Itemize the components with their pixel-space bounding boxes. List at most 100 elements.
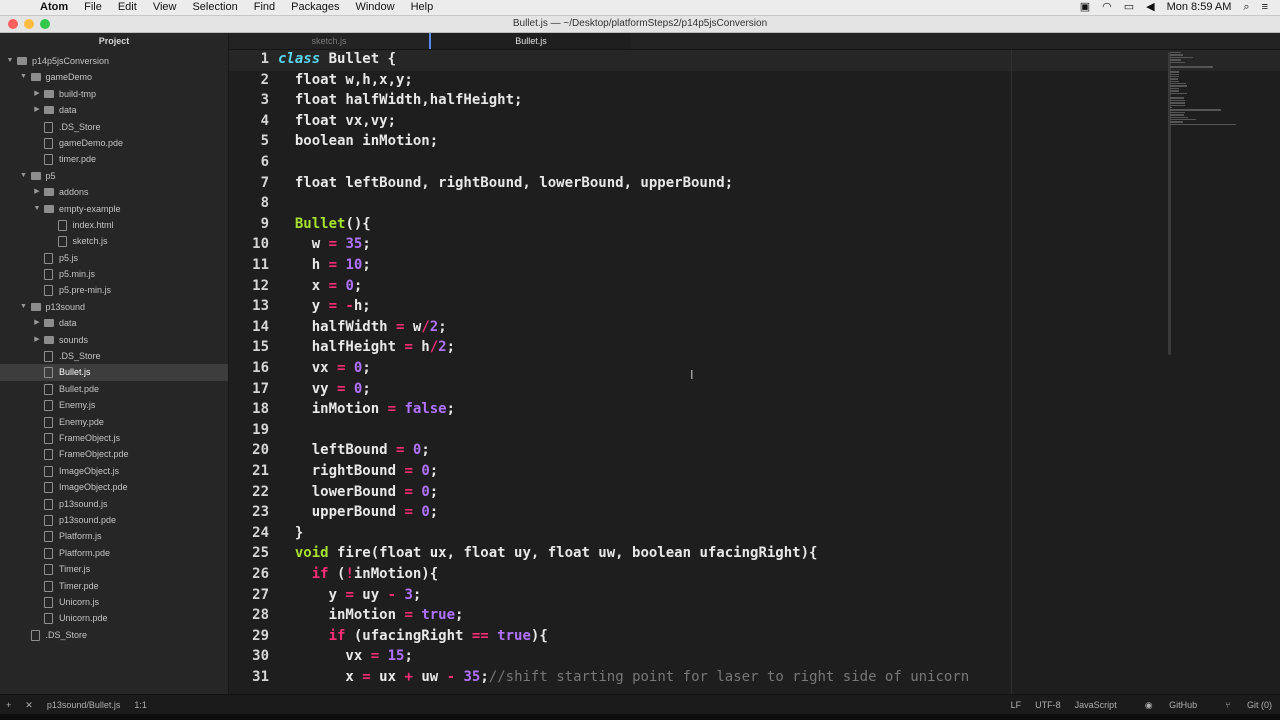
tree-file[interactable]: FrameObject.pde xyxy=(0,446,228,462)
status-line-ending[interactable]: LF xyxy=(1011,695,1022,715)
menu-packages[interactable]: Packages xyxy=(291,0,339,15)
minimap-line xyxy=(1170,104,1186,106)
tree-folder[interactable]: ▶ data xyxy=(0,102,228,118)
menu-help[interactable]: Help xyxy=(411,0,434,15)
line-number: 21 xyxy=(252,463,269,479)
tab-bullet-js[interactable]: Bullet.js xyxy=(429,33,631,49)
status-github[interactable]: ◉ GitHub xyxy=(1131,695,1197,715)
tree-file[interactable]: Timer.js xyxy=(0,561,228,577)
menu-app-atom[interactable]: Atom xyxy=(40,0,68,15)
menu-window[interactable]: Window xyxy=(355,0,394,15)
code-token: 0 xyxy=(421,483,430,500)
minimap-line xyxy=(1170,66,1214,68)
volume-icon[interactable]: ◀ xyxy=(1146,0,1154,15)
tree-file[interactable]: p5.min.js xyxy=(0,266,228,282)
minimap[interactable] xyxy=(1170,52,1240,192)
tree-folder[interactable]: ▶ data xyxy=(0,315,228,331)
chevron-right-icon[interactable]: ▶ xyxy=(33,102,41,118)
code-line: class Bullet { xyxy=(278,51,396,67)
tree-file[interactable]: p5.pre-min.js xyxy=(0,282,228,298)
chevron-right-icon[interactable]: ▶ xyxy=(33,184,41,200)
menu-list: Atom File Edit View Selection Find Packa… xyxy=(40,0,449,15)
tree-folder[interactable]: ▶ sounds xyxy=(0,332,228,348)
camera-icon[interactable]: ▣ xyxy=(1080,0,1090,15)
tree-file[interactable]: p13sound.pde xyxy=(0,512,228,528)
status-grammar[interactable]: JavaScript xyxy=(1075,695,1117,715)
tree-folder[interactable]: ▼ p13sound xyxy=(0,299,228,315)
tree-file[interactable]: .DS_Store xyxy=(0,348,228,364)
code-line: vy = 0; xyxy=(278,381,371,397)
tree-file[interactable]: Platform.pde xyxy=(0,545,228,561)
tree-folder[interactable]: ▼ gameDemo xyxy=(0,69,228,85)
tab-label: Bullet.js xyxy=(515,36,547,46)
chevron-right-icon[interactable]: ▶ xyxy=(33,86,41,102)
tree-file[interactable]: gameDemo.pde xyxy=(0,135,228,151)
line-number: 1 xyxy=(260,51,269,67)
tree-file[interactable]: Unicorn.pde xyxy=(0,610,228,626)
chevron-down-icon[interactable]: ▼ xyxy=(20,299,28,315)
tree-file[interactable]: sketch.js xyxy=(0,233,228,249)
folder-icon xyxy=(44,335,54,344)
tree-file[interactable]: p5.js xyxy=(0,250,228,266)
menu-file[interactable]: File xyxy=(84,0,102,15)
tree-file[interactable]: Timer.pde xyxy=(0,578,228,594)
project-panel-title[interactable]: Project xyxy=(0,33,228,49)
window-title: Bullet.js — ~/Desktop/platformSteps2/p14… xyxy=(512,18,768,29)
code-token: void xyxy=(294,545,329,562)
tree-folder[interactable]: ▼ p5 xyxy=(0,168,228,184)
code-token: w xyxy=(404,318,422,335)
tree-folder[interactable]: ▶ build-tmp xyxy=(0,86,228,102)
tree-file[interactable]: .DS_Store xyxy=(0,627,228,643)
tree-folder[interactable]: ▶ addons xyxy=(0,184,228,200)
status-cursor-position[interactable]: 1:1 xyxy=(134,695,147,715)
chevron-right-icon[interactable]: ▶ xyxy=(33,332,41,348)
airplay-icon[interactable]: ▭ xyxy=(1124,0,1134,15)
tree-file[interactable]: .DS_Store xyxy=(0,119,228,135)
tree-file[interactable]: Bullet.js xyxy=(0,364,228,381)
line-number: 22 xyxy=(252,483,269,500)
tree-file[interactable]: Enemy.pde xyxy=(0,414,228,430)
macos-menu-bar: Atom File Edit View Selection Find Packa… xyxy=(0,0,1280,16)
search-icon[interactable]: ⌕ xyxy=(1243,0,1249,15)
tree-file[interactable]: Bullet.pde xyxy=(0,381,228,397)
chevron-down-icon[interactable]: ▼ xyxy=(20,69,28,85)
tab-sketch-js[interactable]: sketch.js xyxy=(229,33,429,49)
chevron-down-icon[interactable]: ▼ xyxy=(6,53,14,69)
chevron-down-icon[interactable]: ▼ xyxy=(33,201,41,217)
code-token: = xyxy=(328,257,338,273)
tree-file[interactable]: Enemy.js xyxy=(0,397,228,413)
menu-view[interactable]: View xyxy=(153,0,177,15)
tree-file[interactable]: timer.pde xyxy=(0,151,228,167)
tree-folder[interactable]: ▼ p14p5jsConversion xyxy=(0,53,228,69)
menu-find[interactable]: Find xyxy=(254,0,275,15)
chevron-down-icon[interactable]: ▼ xyxy=(20,168,28,184)
code-editor[interactable]: 1 2 3 4 5 6 7 8 9 10 11 12 13 14 15 16 17 18 19 20 21 22 23 24 2… xyxy=(229,50,1280,694)
status-git[interactable]: ⑂ Git (0) xyxy=(1211,695,1272,715)
close-icon[interactable]: ✕ xyxy=(25,695,33,715)
wifi-icon[interactable]: ◠ xyxy=(1102,0,1112,15)
line-number-gutter[interactable]: 1 2 3 4 5 6 7 8 9 10 11 12 13 14 15 16 17 18 19 20 21 22 23 24 2… xyxy=(229,50,275,694)
tree-item-label: Unicorn.pde xyxy=(59,613,108,624)
tree-file[interactable]: index.html xyxy=(0,217,228,233)
tree-file[interactable]: Unicorn.js xyxy=(0,594,228,610)
code-token: = xyxy=(404,504,413,521)
chevron-right-icon[interactable]: ▶ xyxy=(33,315,41,331)
menu-edit[interactable]: Edit xyxy=(118,0,137,15)
notification-center-icon[interactable]: ≡ xyxy=(1262,0,1268,15)
status-encoding[interactable]: UTF-8 xyxy=(1035,695,1061,715)
tree-file[interactable]: Platform.js xyxy=(0,528,228,544)
minimap-line xyxy=(1170,116,1188,118)
code-line: } xyxy=(278,525,303,541)
menubar-clock[interactable]: Mon 8:59 AM xyxy=(1167,0,1232,15)
tree-file[interactable]: p13sound.js xyxy=(0,496,228,512)
tree-file[interactable]: FrameObject.js xyxy=(0,430,228,446)
tree-file[interactable]: ImageObject.js xyxy=(0,463,228,479)
tree-file[interactable]: ImageObject.pde xyxy=(0,479,228,495)
code-token: x xyxy=(278,277,329,294)
tree-folder[interactable]: ▼ empty-example xyxy=(0,201,228,217)
code-token: false xyxy=(404,401,447,418)
menu-selection[interactable]: Selection xyxy=(192,0,237,15)
add-icon[interactable]: + xyxy=(6,695,11,715)
status-file-path[interactable]: p13sound/Bullet.js xyxy=(47,695,121,715)
minimap-line xyxy=(1170,52,1182,54)
